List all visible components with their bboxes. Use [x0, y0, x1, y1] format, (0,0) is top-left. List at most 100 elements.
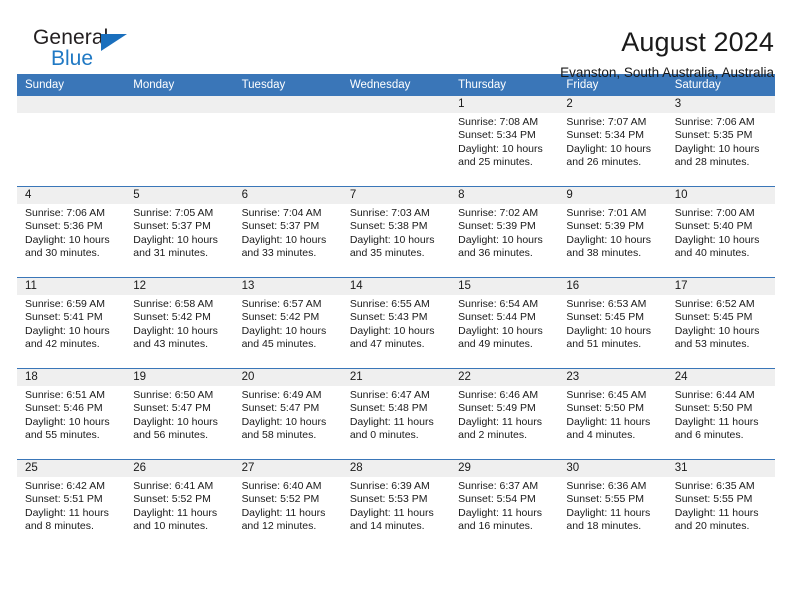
day-cell[interactable]: 27 Sunrise: 6:40 AM Sunset: 5:52 PM Dayligh…: [233, 460, 342, 550]
blue-triangle-icon: [101, 34, 127, 51]
day-cell[interactable]: 20 Sunrise: 6:49 AM Sunset: 5:47 PM Dayligh…: [233, 369, 342, 459]
day-details: Sunrise: 7:02 AM Sunset: 5:39 PM Daylight:…: [450, 204, 558, 261]
sunrise-text: Sunrise: 6:47 AM: [349, 389, 430, 401]
day-cell[interactable]: 11 Sunrise: 6:59 AM Sunset: 5:41 PM Dayligh…: [17, 278, 126, 368]
day-number: 6: [233, 187, 342, 204]
day-cell[interactable]: 21 Sunrise: 6:47 AM Sunset: 5:48 PM Dayligh…: [341, 369, 451, 459]
day-cell[interactable]: 5 Sunrise: 7:05 AM Sunset: 5:37 PM Daylight…: [125, 187, 234, 277]
sunrise-text: Sunrise: 6:42 AM: [25, 480, 105, 492]
sunset-text: Sunset: 5:55 PM: [566, 493, 645, 506]
day-cell[interactable]: 31 Sunrise: 6:35 AM Sunset: 5:55 PM Dayligh…: [666, 460, 775, 550]
daylight-text-line2: and 35 minutes.: [349, 247, 425, 260]
daylight-text-line2: and 51 minutes.: [566, 338, 642, 351]
day-cell[interactable]: 4 Sunrise: 7:06 AM Sunset: 5:36 PM Daylight…: [17, 187, 126, 277]
calendar-cell: 24 Sunrise: 6:44 AM Sunset: 5:50 PM Dayligh…: [666, 368, 775, 460]
daylight-text-line2: and 31 minutes.: [133, 247, 208, 260]
sunset-text: Sunset: 5:45 PM: [566, 311, 645, 324]
day-number: 14: [341, 278, 451, 295]
calendar-cell: 21 Sunrise: 6:47 AM Sunset: 5:48 PM Dayligh…: [341, 368, 451, 460]
day-cell[interactable]: 3 Sunrise: 7:06 AM Sunset: 5:35 PM Daylight…: [666, 96, 775, 186]
day-cell[interactable]: 26 Sunrise: 6:41 AM Sunset: 5:52 PM Dayligh…: [125, 460, 234, 550]
day-cell[interactable]: 13 Sunrise: 6:57 AM Sunset: 5:42 PM Dayligh…: [233, 278, 342, 368]
daylight-text-line1: Daylight: 11 hours: [349, 506, 434, 519]
day-cell[interactable]: 22 Sunrise: 6:46 AM Sunset: 5:49 PM Dayligh…: [450, 369, 559, 459]
day-details: Sunrise: 6:49 AM Sunset: 5:47 PM Daylight:…: [234, 386, 342, 443]
daylight-text-line2: and 36 minutes.: [458, 247, 533, 260]
day-cell[interactable]: 16 Sunrise: 6:53 AM Sunset: 5:45 PM Dayligh…: [558, 278, 667, 368]
day-number: 10: [666, 187, 775, 204]
sunrise-text: Sunrise: 7:06 AM: [674, 116, 755, 128]
calendar-week-row: 4 Sunrise: 7:06 AM Sunset: 5:36 PM Daylight…: [17, 186, 775, 278]
day-cell[interactable]: 10 Sunrise: 7:00 AM Sunset: 5:40 PM Dayligh…: [666, 187, 775, 277]
day-cell[interactable]: 30 Sunrise: 6:36 AM Sunset: 5:55 PM Dayligh…: [558, 460, 667, 550]
calendar-cell: 22 Sunrise: 6:46 AM Sunset: 5:49 PM Dayligh…: [450, 368, 559, 460]
day-details: Sunrise: 7:05 AM Sunset: 5:37 PM Daylight:…: [125, 204, 233, 261]
daylight-text-line2: and 53 minutes.: [674, 338, 750, 351]
day-cell[interactable]: 29 Sunrise: 6:37 AM Sunset: 5:54 PM Dayligh…: [450, 460, 559, 550]
daylight-text-line2: and 55 minutes.: [25, 429, 100, 442]
day-cell[interactable]: 23 Sunrise: 6:45 AM Sunset: 5:50 PM Dayligh…: [558, 369, 667, 459]
daylight-text-line2: and 58 minutes.: [241, 429, 317, 442]
calendar-cell: [233, 96, 342, 187]
sunset-text: Sunset: 5:39 PM: [566, 220, 645, 233]
day-number: 23: [558, 369, 667, 386]
day-cell[interactable]: 12 Sunrise: 6:58 AM Sunset: 5:42 PM Dayligh…: [125, 278, 234, 368]
calendar-cell: 28 Sunrise: 6:39 AM Sunset: 5:53 PM Dayligh…: [341, 459, 451, 550]
daylight-text-line1: Daylight: 10 hours: [458, 233, 543, 246]
day-cell[interactable]: 2 Sunrise: 7:07 AM Sunset: 5:34 PM Daylight…: [558, 96, 667, 186]
weekday-header-monday: Monday: [125, 74, 234, 96]
logo-text-blue: Blue: [51, 47, 94, 70]
day-details: Sunrise: 7:06 AM Sunset: 5:35 PM Daylight:…: [667, 113, 775, 170]
day-details: Sunrise: 7:04 AM Sunset: 5:37 PM Daylight:…: [234, 204, 342, 261]
daylight-text-line2: and 10 minutes.: [133, 520, 208, 533]
day-cell[interactable]: 1 Sunrise: 7:08 AM Sunset: 5:34 PM Daylight…: [450, 96, 559, 186]
day-cell[interactable]: 24 Sunrise: 6:44 AM Sunset: 5:50 PM Dayligh…: [666, 369, 775, 459]
day-details: Sunrise: 6:59 AM Sunset: 5:41 PM Daylight:…: [17, 295, 125, 352]
day-details: Sunrise: 7:03 AM Sunset: 5:38 PM Daylight:…: [342, 204, 450, 261]
sunrise-text: Sunrise: 7:05 AM: [133, 207, 214, 219]
sunset-text: Sunset: 5:47 PM: [241, 402, 320, 415]
day-details: Sunrise: 6:53 AM Sunset: 5:45 PM Daylight:…: [558, 295, 666, 352]
sunset-text: Sunset: 5:51 PM: [25, 493, 103, 506]
day-number: 26: [125, 460, 234, 477]
calendar-cell: [341, 96, 451, 187]
daylight-text-line1: Daylight: 11 hours: [566, 506, 651, 519]
daylight-text-line2: and 49 minutes.: [458, 338, 533, 351]
daylight-text-line1: Daylight: 11 hours: [458, 415, 542, 428]
day-number: 4: [17, 187, 126, 204]
daylight-text-line1: Daylight: 10 hours: [674, 324, 760, 337]
day-cell[interactable]: 15 Sunrise: 6:54 AM Sunset: 5:44 PM Dayligh…: [450, 278, 559, 368]
day-details: Sunrise: 6:50 AM Sunset: 5:47 PM Daylight:…: [125, 386, 233, 443]
day-cell[interactable]: 17 Sunrise: 6:52 AM Sunset: 5:45 PM Dayligh…: [666, 278, 775, 368]
sunrise-text: Sunrise: 7:00 AM: [674, 207, 755, 219]
day-number: 9: [558, 187, 667, 204]
day-number: 16: [558, 278, 667, 295]
day-cell[interactable]: 28 Sunrise: 6:39 AM Sunset: 5:53 PM Dayligh…: [341, 460, 451, 550]
day-number: 7: [341, 187, 451, 204]
day-cell[interactable]: 14 Sunrise: 6:55 AM Sunset: 5:43 PM Dayligh…: [341, 278, 451, 368]
day-cell[interactable]: 25 Sunrise: 6:42 AM Sunset: 5:51 PM Dayligh…: [17, 460, 126, 550]
calendar-page: General Blue August 2024 Evanston, South…: [0, 0, 792, 612]
day-cell[interactable]: 6 Sunrise: 7:04 AM Sunset: 5:37 PM Daylight…: [233, 187, 342, 277]
general-blue-logo[interactable]: General Blue: [17, 27, 137, 75]
day-cell-empty: [341, 96, 451, 186]
page-header: General Blue August 2024 Evanston, South…: [17, 0, 775, 81]
daylight-text-line1: Daylight: 11 hours: [25, 506, 109, 519]
day-cell[interactable]: 7 Sunrise: 7:03 AM Sunset: 5:38 PM Daylight…: [341, 187, 451, 277]
daylight-text-line1: Daylight: 11 hours: [566, 415, 651, 428]
daylight-text-line2: and 43 minutes.: [133, 338, 208, 351]
calendar-cell: [125, 96, 234, 187]
day-cell[interactable]: 9 Sunrise: 7:01 AM Sunset: 5:39 PM Daylight…: [558, 187, 667, 277]
day-details: Sunrise: 7:00 AM Sunset: 5:40 PM Daylight:…: [667, 204, 775, 261]
day-details: Sunrise: 7:01 AM Sunset: 5:39 PM Daylight:…: [558, 204, 666, 261]
daylight-text-line1: Daylight: 10 hours: [25, 324, 110, 337]
calendar-week-row: 11 Sunrise: 6:59 AM Sunset: 5:41 PM Dayligh…: [17, 277, 775, 369]
calendar-cell: 9 Sunrise: 7:01 AM Sunset: 5:39 PM Daylight…: [558, 186, 667, 278]
day-number: 25: [17, 460, 126, 477]
day-cell[interactable]: 18 Sunrise: 6:51 AM Sunset: 5:46 PM Dayligh…: [17, 369, 126, 459]
calendar-cell: 15 Sunrise: 6:54 AM Sunset: 5:44 PM Dayligh…: [450, 277, 559, 369]
day-cell[interactable]: 19 Sunrise: 6:50 AM Sunset: 5:47 PM Dayligh…: [125, 369, 234, 459]
day-number: [125, 96, 234, 113]
calendar-cell: 12 Sunrise: 6:58 AM Sunset: 5:42 PM Dayligh…: [125, 277, 234, 369]
day-cell[interactable]: 8 Sunrise: 7:02 AM Sunset: 5:39 PM Daylight…: [450, 187, 559, 277]
